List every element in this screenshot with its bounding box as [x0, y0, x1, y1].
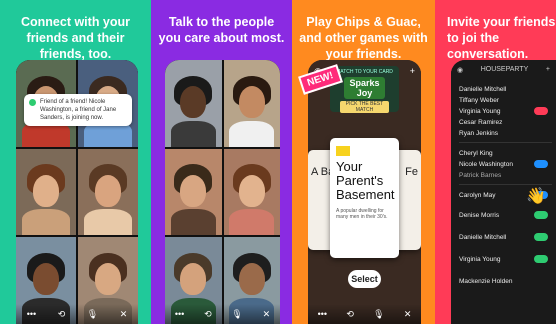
video-tile[interactable]	[223, 148, 280, 236]
status-pill[interactable]	[534, 233, 548, 241]
contact-name: Danielle Mitchell	[459, 86, 507, 93]
online-dot-icon	[29, 99, 36, 106]
flip-camera-icon[interactable]: ⟲	[58, 309, 66, 320]
contact-row[interactable]: Cheryl King	[459, 148, 552, 159]
contact-name: Virginia Young	[459, 256, 501, 263]
call-controls: ••• ⟲ 🎙 ✕	[308, 304, 421, 324]
contact-row[interactable]: Cesar Ramirez	[459, 117, 552, 128]
contact-row[interactable]: Denise Morris	[459, 210, 552, 221]
flip-camera-icon[interactable]: ⟲	[204, 309, 212, 320]
contact-name: Carolyn May	[459, 192, 496, 199]
contact-row[interactable]: Virginia Young	[459, 106, 552, 117]
add-icon[interactable]: +	[410, 66, 415, 77]
contact-row[interactable]: Ryan Jenkins	[459, 128, 552, 139]
contact-row[interactable]: Danielle Mitchell	[459, 232, 552, 243]
status-pill[interactable]	[534, 107, 548, 115]
status-pill[interactable]	[534, 211, 548, 219]
contact-row[interactable]: Nicole Washington	[459, 159, 552, 170]
list-header: ◉ HOUSEPARTY +	[457, 66, 550, 74]
wave-icon[interactable]: 👋	[526, 186, 546, 206]
prompt-word: Sparks Joy	[344, 77, 385, 99]
contact-name: Denise Morris	[459, 212, 500, 219]
pick-instruction: PICK THE BEST MATCH	[340, 101, 389, 113]
panel-games: Play Chips & Guac, and other games with …	[292, 0, 435, 324]
panel-heading: Play Chips & Guac, and other games with …	[299, 15, 428, 61]
close-icon[interactable]: ✕	[263, 309, 271, 320]
phone-game-screen: ◉ + MATCH TO YOUR CARD Sparks Joy PICK T…	[308, 60, 421, 324]
prompt-caption: MATCH TO YOUR CARD	[336, 69, 393, 75]
close-icon[interactable]: ✕	[120, 309, 128, 320]
panel-talk: Talk to the people you care about most. …	[151, 0, 292, 324]
select-button[interactable]: Select	[348, 270, 381, 288]
prompt-card: MATCH TO YOUR CARD Sparks Joy PICK THE B…	[330, 66, 399, 113]
app-store-screenshot-strip: Connect with your friends and their frie…	[0, 0, 556, 324]
video-tile[interactable]	[78, 148, 138, 236]
contact-name: Ryan Jenkins	[459, 130, 499, 137]
notification-text: Friend of a friend! Nicole Washington, a…	[40, 99, 117, 121]
close-icon[interactable]: ✕	[404, 309, 412, 320]
game-screen: ◉ + MATCH TO YOUR CARD Sparks Joy PICK T…	[308, 60, 421, 324]
call-controls: ••• ⟲ 🎙 ✕	[16, 304, 138, 324]
add-friend-icon[interactable]: +	[546, 66, 550, 74]
friend-joining-notification[interactable]: Friend of a friend! Nicole Washington, a…	[24, 94, 132, 126]
phone-video-grid: ••• ⟲ 🎙 ✕	[165, 60, 280, 324]
contact-name: Mackenzie Holden	[459, 278, 513, 285]
panel-heading: Connect with your friends and their frie…	[20, 15, 131, 61]
contact-name: Cheryl King	[459, 150, 493, 157]
video-tile[interactable]	[165, 60, 222, 147]
contact-name: Tiffany Weber	[459, 97, 499, 104]
contact-name: Virginia Young	[459, 108, 501, 115]
status-pill[interactable]	[534, 255, 548, 263]
contact-row[interactable]: Patrick Barnes	[459, 170, 552, 181]
status-pill[interactable]	[534, 160, 548, 168]
flip-camera-icon[interactable]: ⟲	[346, 309, 354, 320]
video-tile[interactable]	[223, 60, 280, 147]
panel-invite: Invite your friends to joi the conversat…	[435, 0, 556, 324]
contact-name: Patrick Barnes	[459, 172, 502, 179]
panel-heading: Talk to the people you care about most.	[158, 15, 285, 45]
video-grid	[165, 60, 280, 324]
contact-row[interactable]: Danielle Mitchell	[459, 84, 552, 95]
panel-connect: Connect with your friends and their frie…	[0, 0, 151, 324]
card-logo-icon	[336, 146, 350, 156]
contact-name: Cesar Ramirez	[459, 119, 503, 126]
more-icon[interactable]: •••	[175, 309, 184, 319]
more-icon[interactable]: •••	[27, 309, 36, 319]
phone-video-grid: Friend of a friend! Nicole Washington, a…	[16, 60, 138, 324]
contact-list: ◉ HOUSEPARTY + Danielle Mitchell Tiffany…	[451, 60, 556, 324]
card-description: A popular dwelling for many men in their…	[336, 208, 388, 220]
list-title: HOUSEPARTY	[480, 66, 529, 73]
call-controls: ••• ⟲ 🎙 ✕	[165, 304, 280, 324]
answer-card[interactable]: Your Parent's Basement A popular dwellin…	[330, 138, 399, 258]
mic-icon[interactable]: 🎙	[87, 309, 98, 320]
more-icon[interactable]: •••	[318, 309, 327, 319]
contact-name: Nicole Washington	[459, 161, 513, 168]
phone-contact-list: ◉ HOUSEPARTY + Danielle Mitchell Tiffany…	[451, 60, 556, 324]
mic-icon[interactable]: 🎙	[373, 309, 384, 320]
mic-icon[interactable]: 🎙	[231, 309, 242, 320]
contact-row[interactable]: Mackenzie Holden	[459, 276, 552, 287]
panel-heading: Invite your friends to joi the conversat…	[447, 15, 556, 61]
video-tile[interactable]	[16, 148, 76, 236]
contact-row[interactable]: Virginia Young	[459, 254, 552, 265]
card-title: Your Parent's Basement	[336, 159, 395, 202]
contact-row[interactable]: Tiffany Weber	[459, 95, 552, 106]
profile-icon[interactable]: ◉	[457, 66, 463, 74]
video-tile[interactable]	[165, 148, 222, 236]
contact-name: Danielle Mitchell	[459, 234, 507, 241]
